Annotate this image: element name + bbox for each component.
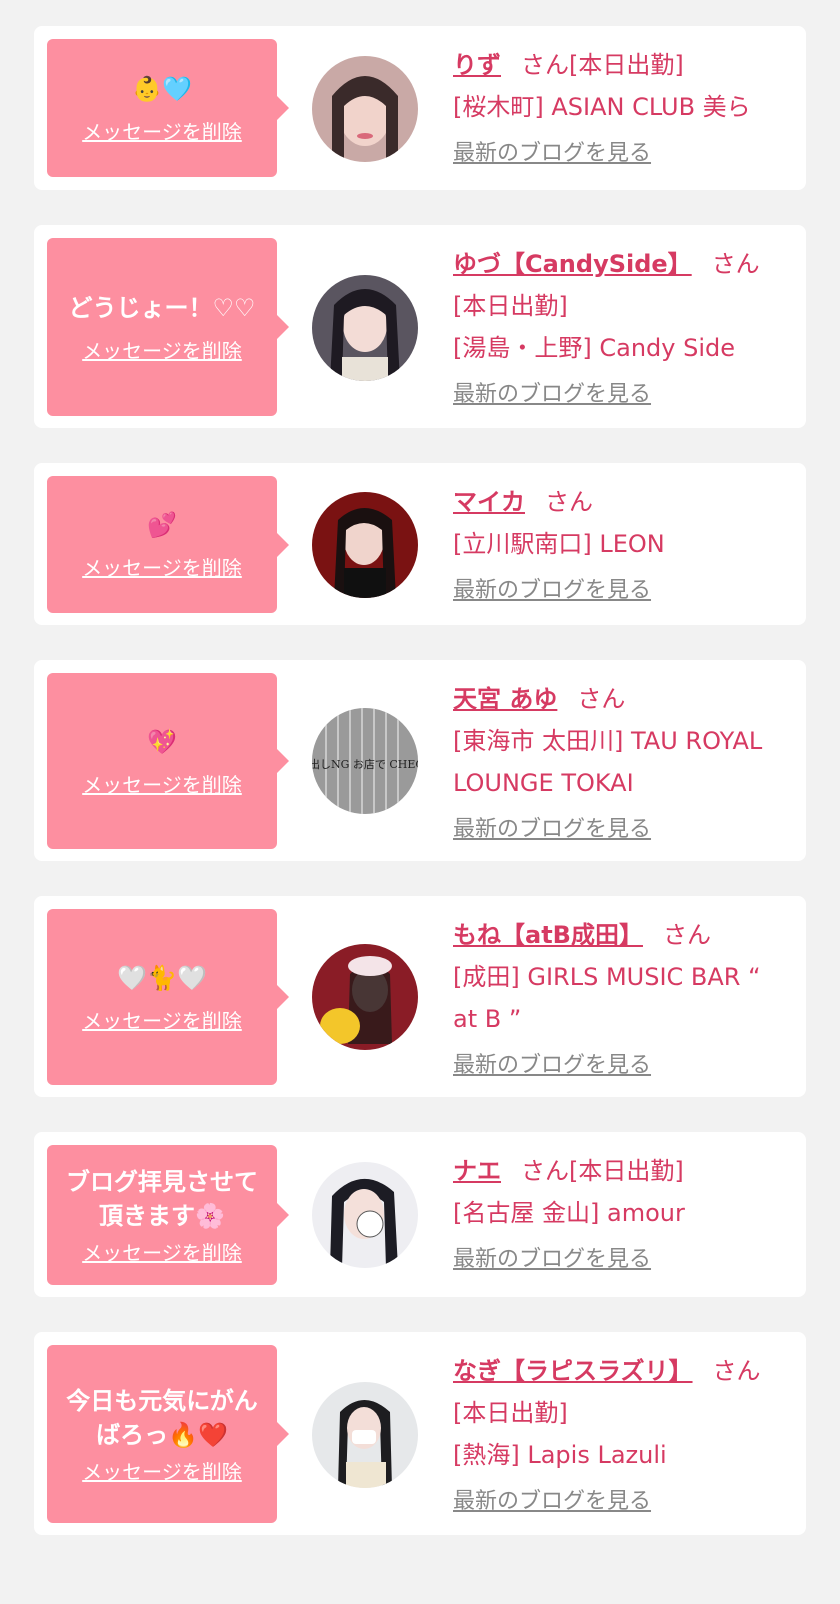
- delete-message-link[interactable]: メッセージを削除: [82, 552, 242, 581]
- latest-blog-link[interactable]: 最新のブログを見る: [453, 571, 651, 611]
- shop-name: [熱海] Lapis Lazuli: [453, 1441, 667, 1469]
- favorite-card: 👶🩵 メッセージを削除 りず さん[本日出勤] [桜木町] ASIAN CLUB …: [34, 26, 806, 190]
- profile-info: ナエ さん[本日出勤] [名古屋 金山] amour 最新のブログを見る: [453, 1150, 788, 1280]
- message-text: 👶🩵: [132, 74, 192, 103]
- profile-name-link[interactable]: ナエ: [453, 1157, 501, 1185]
- favorite-card: 🤍🐈🤍 メッセージを削除 もね【atB成田】 さん [成田] GIRLS MUSI…: [34, 896, 806, 1097]
- latest-blog-link[interactable]: 最新のブログを見る: [453, 1240, 651, 1280]
- profile-name-link[interactable]: もね【atB成田】: [453, 921, 643, 949]
- shop-name: [湯島・上野] Candy Side: [453, 334, 735, 362]
- avatar[interactable]: 顔出しNG お店で CHECK: [312, 708, 418, 814]
- avatar[interactable]: [312, 1382, 418, 1488]
- favorites-list: 👶🩵 メッセージを削除 りず さん[本日出勤] [桜木町] ASIAN CLUB …: [0, 0, 840, 1604]
- delete-message-link[interactable]: メッセージを削除: [82, 769, 242, 798]
- avatar[interactable]: [312, 944, 418, 1050]
- delete-message-link[interactable]: メッセージを削除: [82, 116, 242, 145]
- honorific: さん: [662, 921, 711, 949]
- avatar[interactable]: [312, 56, 418, 162]
- favorite-card: 💕 メッセージを削除 マイカ さん [立川駅南口] LEON 最新のブログを見る: [34, 463, 806, 625]
- delete-message-link[interactable]: メッセージを削除: [82, 335, 242, 364]
- message-bubble: 💕 メッセージを削除: [47, 476, 277, 613]
- latest-blog-link[interactable]: 最新のブログを見る: [453, 375, 651, 415]
- honorific: さん: [712, 1357, 761, 1385]
- honorific: さん: [521, 1157, 569, 1185]
- shop-name: [名古屋 金山] amour: [453, 1199, 685, 1227]
- shop-name: [東海市 太田川] TAU ROYAL LOUNGE TOKAI: [453, 727, 763, 797]
- message-text: 💕: [147, 511, 177, 539]
- profile-info: もね【atB成田】 さん [成田] GIRLS MUSIC BAR “ at B …: [453, 914, 788, 1086]
- avatar[interactable]: [312, 492, 418, 598]
- profile-info: なぎ【ラピスラズリ】 さん [本日出勤] [熱海] Lapis Lazuli 最新の…: [453, 1350, 788, 1522]
- latest-blog-link[interactable]: 最新のブログを見る: [453, 1482, 651, 1522]
- honorific: さん: [545, 488, 593, 516]
- message-text: ブログ拝見させて頂きます🌸: [66, 1167, 258, 1230]
- profile-info: りず さん[本日出勤] [桜木町] ASIAN CLUB 美ら 最新のブログを見る: [453, 44, 788, 174]
- message-bubble: 👶🩵 メッセージを削除: [47, 39, 277, 177]
- shop-name: [桜木町] ASIAN CLUB 美ら: [453, 93, 751, 121]
- status-badge: [本日出勤]: [453, 292, 568, 320]
- favorite-card: ブログ拝見させて頂きます🌸 メッセージを削除 ナエ さん[本日出勤] [名古屋 金…: [34, 1132, 806, 1297]
- latest-blog-link[interactable]: 最新のブログを見る: [453, 1046, 651, 1086]
- message-bubble: 🤍🐈🤍 メッセージを削除: [47, 909, 277, 1085]
- status-badge: [本日出勤]: [569, 51, 684, 79]
- shop-name: [立川駅南口] LEON: [453, 530, 665, 558]
- profile-info: ゆづ【CandySide】 さん [本日出勤] [湯島・上野] Candy Sid…: [453, 243, 788, 415]
- profile-info: 天宮 あゆ さん [東海市 太田川] TAU ROYAL LOUNGE TOKAI…: [453, 678, 788, 850]
- avatar[interactable]: [312, 1162, 418, 1268]
- favorite-card: 今日も元気にがんばろっ🔥❤️ メッセージを削除 なぎ【ラピスラズリ】 さん [本日出…: [34, 1332, 806, 1535]
- shop-name: [成田] GIRLS MUSIC BAR “ at B ”: [453, 963, 761, 1033]
- profile-name-link[interactable]: ゆづ【CandySide】: [453, 250, 692, 278]
- honorific: さん: [521, 51, 569, 79]
- avatar[interactable]: [312, 275, 418, 381]
- honorific: さん: [711, 250, 760, 278]
- message-text: 🤍🐈🤍: [117, 963, 207, 992]
- status-badge: [本日出勤]: [569, 1157, 684, 1185]
- message-text: どうじょー！♡♡: [68, 293, 256, 322]
- profile-name-link[interactable]: りず: [453, 51, 501, 79]
- delete-message-link[interactable]: メッセージを削除: [82, 1456, 242, 1485]
- message-bubble: 💖 メッセージを削除: [47, 673, 277, 849]
- latest-blog-link[interactable]: 最新のブログを見る: [453, 134, 651, 174]
- delete-message-link[interactable]: メッセージを削除: [82, 1237, 242, 1266]
- message-bubble: ブログ拝見させて頂きます🌸 メッセージを削除: [47, 1145, 277, 1285]
- honorific: さん: [577, 685, 626, 713]
- avatar-overlay-text: 顔出しNG お店で CHECK: [312, 757, 418, 771]
- favorite-card: 💖 メッセージを削除 顔出しNG お店で CHECK 天宮 あゆさん [東海市 …: [34, 660, 806, 861]
- message-text: 💖: [147, 727, 177, 756]
- delete-message-link[interactable]: メッセージを削除: [82, 1005, 242, 1034]
- profile-info: マイカ さん [立川駅南口] LEON 最新のブログを見る: [453, 481, 788, 611]
- latest-blog-link[interactable]: 最新のブログを見る: [453, 810, 651, 850]
- profile-name-link[interactable]: なぎ【ラピスラズリ】: [453, 1357, 693, 1385]
- profile-name-link[interactable]: 天宮 あゆ: [453, 685, 557, 713]
- status-badge: [本日出勤]: [453, 1399, 568, 1427]
- message-bubble: どうじょー！♡♡ メッセージを削除: [47, 238, 277, 416]
- message-bubble: 今日も元気にがんばろっ🔥❤️ メッセージを削除: [47, 1345, 277, 1523]
- favorite-card: どうじょー！♡♡ メッセージを削除 ゆづ【CandySide】 さん [本日出勤]…: [34, 225, 806, 428]
- message-text: 今日も元気にがんばろっ🔥❤️: [66, 1386, 258, 1449]
- profile-name-link[interactable]: マイカ: [453, 488, 525, 516]
